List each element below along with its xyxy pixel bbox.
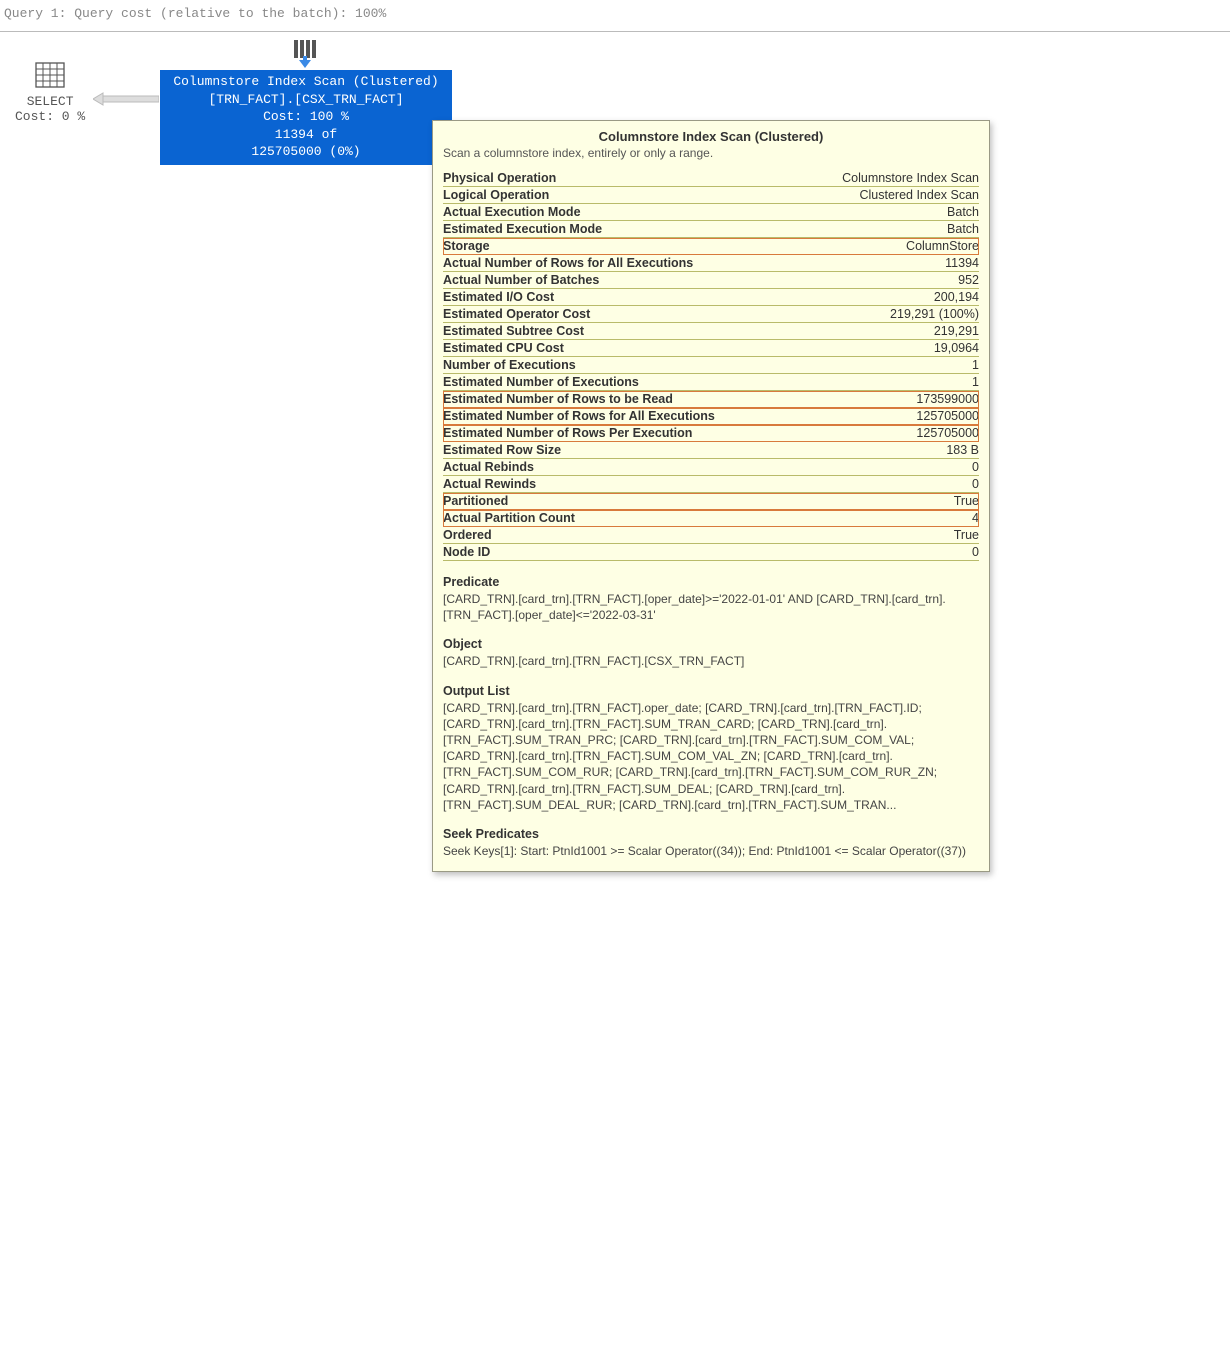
property-row: Logical Operation Clustered Index Scan xyxy=(443,187,979,204)
property-label: Actual Number of Batches xyxy=(443,273,599,287)
table-result-icon xyxy=(35,62,65,92)
property-value: 219,291 (100%) xyxy=(890,307,979,321)
property-row: Actual Number of Batches 952 xyxy=(443,272,979,289)
scan-node-line2: [TRN_FACT].[CSX_TRN_FACT] xyxy=(164,91,448,109)
property-value: Batch xyxy=(947,222,979,236)
seek-predicates-body: Seek Keys[1]: Start: PtnId1001 >= Scalar… xyxy=(443,843,979,859)
property-label: Actual Partition Count xyxy=(443,511,575,525)
property-row: Actual Rewinds 0 xyxy=(443,476,979,493)
property-label: Estimated Number of Rows to be Read xyxy=(443,392,673,406)
property-value: 125705000 xyxy=(916,426,979,440)
property-value: 0 xyxy=(972,545,979,559)
output-list-body: [CARD_TRN].[card_trn].[TRN_FACT].oper_da… xyxy=(443,700,979,813)
property-row: Actual Partition Count 4 xyxy=(443,510,979,527)
property-label: Estimated Row Size xyxy=(443,443,561,457)
scan-node-line5: 125705000 (0%) xyxy=(164,143,448,161)
query-cost-header: Query 1: Query cost (relative to the bat… xyxy=(0,0,1230,32)
property-label: Actual Execution Mode xyxy=(443,205,581,219)
property-row: Estimated Number of Rows to be Read 17359… xyxy=(443,391,979,408)
property-label: Estimated Subtree Cost xyxy=(443,324,584,338)
output-list-heading: Output List xyxy=(443,684,979,698)
property-value: 1 xyxy=(972,375,979,389)
scan-node-line4: 11394 of xyxy=(164,126,448,144)
property-value: 219,291 xyxy=(934,324,979,338)
property-label: Partitioned xyxy=(443,494,508,508)
property-label: Estimated Number of Rows for All Executi… xyxy=(443,409,715,423)
tooltip-subtitle: Scan a columnstore index, entirely or on… xyxy=(443,146,979,160)
seek-predicates-heading: Seek Predicates xyxy=(443,827,979,841)
property-value: 4 xyxy=(972,511,979,525)
property-row: Estimated Operator Cost 219,291 (100%) xyxy=(443,306,979,323)
predicate-heading: Predicate xyxy=(443,575,979,589)
property-value: 952 xyxy=(958,273,979,287)
property-label: Actual Rewinds xyxy=(443,477,536,491)
property-row: Estimated CPU Cost 19,0964 xyxy=(443,340,979,357)
predicate-body: [CARD_TRN].[card_trn].[TRN_FACT].[oper_d… xyxy=(443,591,979,623)
property-label: Estimated Number of Executions xyxy=(443,375,639,389)
scan-node-line1: Columnstore Index Scan (Clustered) xyxy=(164,73,448,91)
property-label: Actual Number of Rows for All Executions xyxy=(443,256,693,270)
columnstore-scan-operator-node[interactable]: Columnstore Index Scan (Clustered) [TRN_… xyxy=(160,70,452,165)
property-row: Physical Operation Columnstore Index Scan xyxy=(443,170,979,187)
object-body: [CARD_TRN].[card_trn].[TRN_FACT].[CSX_TR… xyxy=(443,653,979,669)
property-label: Storage xyxy=(443,239,490,253)
property-value: 173599000 xyxy=(916,392,979,406)
property-value: 11394 xyxy=(945,256,979,270)
columnstore-scan-icon xyxy=(290,40,320,71)
property-value: 200,194 xyxy=(934,290,979,304)
property-value: 125705000 xyxy=(916,409,979,423)
property-value: 0 xyxy=(972,460,979,474)
property-value: Columnstore Index Scan xyxy=(842,171,979,185)
property-value: True xyxy=(954,528,979,542)
property-row: Partitioned True xyxy=(443,493,979,510)
property-value: 0 xyxy=(972,477,979,491)
property-value: 19,0964 xyxy=(934,341,979,355)
property-value: ColumnStore xyxy=(906,239,979,253)
property-label: Estimated Operator Cost xyxy=(443,307,590,321)
property-value: True xyxy=(954,494,979,508)
property-label: Physical Operation xyxy=(443,171,556,185)
property-row: Estimated Subtree Cost 219,291 xyxy=(443,323,979,340)
select-node-cost: Cost: 0 % xyxy=(15,109,85,124)
property-row: Node ID 0 xyxy=(443,544,979,561)
property-row: Estimated Number of Rows Per Execution 12… xyxy=(443,425,979,442)
property-value: 1 xyxy=(972,358,979,372)
property-row: Number of Executions 1 xyxy=(443,357,979,374)
select-operator-node[interactable]: SELECT Cost: 0 % xyxy=(15,62,85,124)
property-row: Ordered True xyxy=(443,527,979,544)
property-row: Estimated Execution Mode Batch xyxy=(443,221,979,238)
data-flow-arrow-icon xyxy=(93,92,159,109)
property-label: Logical Operation xyxy=(443,188,549,202)
property-row: Estimated Number of Rows for All Executi… xyxy=(443,408,979,425)
object-heading: Object xyxy=(443,637,979,651)
scan-node-line3: Cost: 100 % xyxy=(164,108,448,126)
property-row: Actual Number of Rows for All Executions… xyxy=(443,255,979,272)
property-label: Estimated Execution Mode xyxy=(443,222,602,236)
property-value: Batch xyxy=(947,205,979,219)
property-row: Estimated I/O Cost 200,194 xyxy=(443,289,979,306)
property-label: Estimated I/O Cost xyxy=(443,290,554,304)
property-row: Estimated Row Size 183 B xyxy=(443,442,979,459)
property-label: Number of Executions xyxy=(443,358,576,372)
property-label: Estimated CPU Cost xyxy=(443,341,564,355)
tooltip-property-list: Physical Operation Columnstore Index Scan… xyxy=(443,170,979,561)
property-row: Actual Execution Mode Batch xyxy=(443,204,979,221)
select-node-title: SELECT xyxy=(27,94,74,109)
property-row: Storage ColumnStore xyxy=(443,238,979,255)
property-value: Clustered Index Scan xyxy=(859,188,979,202)
property-label: Actual Rebinds xyxy=(443,460,534,474)
tooltip-title: Columnstore Index Scan (Clustered) xyxy=(443,129,979,144)
property-value: 183 B xyxy=(946,443,979,457)
property-row: Estimated Number of Executions 1 xyxy=(443,374,979,391)
property-label: Estimated Number of Rows Per Execution xyxy=(443,426,692,440)
property-label: Node ID xyxy=(443,545,490,559)
property-row: Actual Rebinds 0 xyxy=(443,459,979,476)
operator-properties-tooltip: Columnstore Index Scan (Clustered) Scan … xyxy=(432,120,990,872)
property-label: Ordered xyxy=(443,528,492,542)
